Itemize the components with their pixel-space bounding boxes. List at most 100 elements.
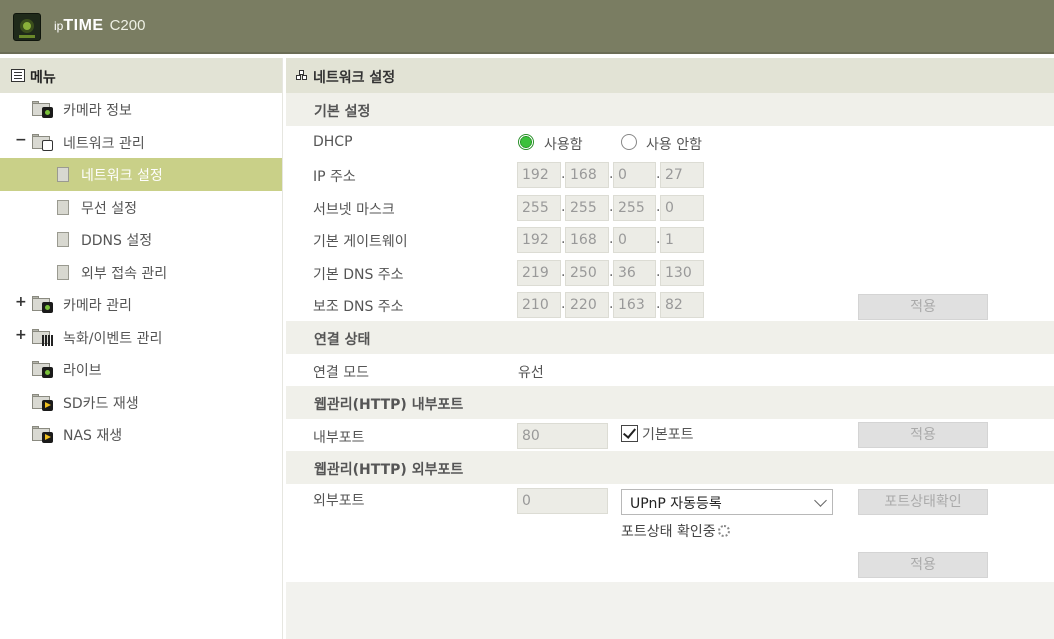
sidebar-item-wireless[interactable]: 무선 설정 (0, 191, 282, 224)
top-header: ipTIME C200 (0, 0, 1054, 54)
sidebar-item-network-manage[interactable]: − 네트워크 관리 (0, 126, 282, 159)
default-port-checkbox[interactable] (621, 425, 638, 442)
internal-port-input[interactable]: 80 (517, 423, 608, 449)
mask-octet-1[interactable]: 255 (517, 195, 561, 221)
internal-port-row: 내부포트 80 기본포트 적용 (286, 419, 1054, 452)
sidebar-item-sd-playback[interactable]: SD카드 재생 (0, 386, 282, 419)
expand-toggle[interactable]: + (15, 327, 27, 343)
internal-port-label: 내부포트 (313, 430, 365, 446)
dns2-label: 보조 DNS 주소 (313, 299, 404, 315)
loading-spinner-icon (717, 525, 730, 537)
sidebar-item-label: 외부 접속 관리 (81, 265, 168, 282)
gateway-octet-3[interactable]: 0 (613, 227, 656, 253)
dns1-octet-4[interactable]: 130 (660, 260, 704, 286)
default-port-label: 기본포트 (642, 427, 694, 443)
document-icon (57, 264, 69, 280)
mask-octet-3[interactable]: 255 (613, 195, 656, 221)
upnp-select[interactable]: UPnP 자동등록 (621, 489, 833, 515)
gateway-label: 기본 게이트웨이 (313, 234, 408, 250)
camera-logo-icon (13, 13, 41, 41)
folder-play-icon (32, 393, 54, 411)
port-status-check-button[interactable]: 포트상태확인 (858, 489, 988, 515)
dns1-octet-3[interactable]: 36 (613, 260, 656, 286)
external-apply-button[interactable]: 적용 (858, 552, 988, 578)
network-icon (296, 70, 308, 81)
sidebar-item-label: 네트워크 관리 (63, 135, 145, 152)
gateway-octet-4[interactable]: 1 (660, 227, 704, 253)
dns2-octet-2[interactable]: 220 (565, 292, 609, 318)
section-title: 웹관리(HTTP) 내부포트 (314, 397, 464, 413)
dns1-row: 기본 DNS 주소 219. 250. 36. 130 (286, 256, 1054, 289)
ip-octet-2[interactable]: 168 (565, 162, 609, 188)
gateway-octet-2[interactable]: 168 (565, 227, 609, 253)
upnp-selected-value: UPnP 자동등록 (630, 496, 722, 512)
dhcp-on-radio[interactable] (518, 134, 534, 150)
connection-mode-label: 연결 모드 (313, 365, 369, 381)
sidebar-item-label: 네트워크 설정 (81, 168, 163, 184)
model-name: C200 (109, 17, 146, 34)
dns2-octet-3[interactable]: 163 (613, 292, 656, 318)
sidebar-item-ddns[interactable]: DDNS 설정 (0, 223, 282, 256)
document-icon (57, 232, 69, 247)
expand-toggle[interactable]: + (15, 294, 27, 310)
sidebar-item-label: SD카드 재생 (63, 395, 139, 412)
section-basic-settings: 기본 설정 (286, 93, 1054, 126)
dns1-octet-2[interactable]: 250 (565, 260, 609, 286)
sidebar-item-live[interactable]: 라이브 (0, 353, 282, 386)
basic-apply-button[interactable]: 적용 (858, 294, 988, 320)
sidebar-item-label: NAS 재생 (63, 428, 123, 444)
dhcp-label: DHCP (313, 134, 353, 150)
folder-play-icon (32, 426, 54, 443)
sidebar-item-nas-playback[interactable]: NAS 재생 (0, 418, 282, 451)
ip-octet-1[interactable]: 192 (517, 162, 561, 188)
sidebar-item-network-settings[interactable]: 네트워크 설정 (0, 158, 282, 191)
external-port-input[interactable]: 0 (517, 488, 608, 514)
folder-camera-icon (32, 101, 54, 118)
sidebar-item-external-access[interactable]: 외부 접속 관리 (0, 256, 282, 289)
document-icon (57, 167, 69, 182)
sidebar-item-recording-event[interactable]: + 녹화/이벤트 관리 (0, 321, 282, 354)
dns2-octet-4[interactable]: 82 (660, 292, 704, 318)
ip-row: IP 주소 192. 168. 0. 27 (286, 158, 1054, 191)
connection-mode-value: 유선 (518, 365, 544, 381)
document-icon (57, 199, 69, 215)
chevron-down-icon (814, 494, 827, 507)
main-panel: 네트워크 설정 기본 설정 DHCP 사용함 사용 안함 IP 주소 192. … (286, 58, 1054, 639)
section-connection-status: 연결 상태 (286, 321, 1054, 354)
dhcp-off-label: 사용 안함 (646, 137, 702, 153)
sidebar-item-camera-info[interactable]: 카메라 정보 (0, 93, 282, 126)
folder-network-icon (32, 133, 54, 151)
internal-apply-button[interactable]: 적용 (858, 422, 988, 448)
collapse-toggle[interactable]: − (15, 132, 27, 148)
brand-time: TIME (63, 17, 104, 34)
dns1-octet-1[interactable]: 219 (517, 260, 561, 286)
folder-recording-icon (32, 328, 54, 346)
gateway-octet-1[interactable]: 192 (517, 227, 561, 253)
section-external-port: 웹관리(HTTP) 외부포트 (286, 451, 1054, 484)
sidebar-item-label: 라이브 (63, 363, 102, 379)
folder-live-icon (32, 361, 54, 378)
dns2-row: 보조 DNS 주소 210. 220. 163. 82 적용 (286, 288, 1054, 321)
section-title: 기본 설정 (314, 104, 371, 120)
gateway-row: 기본 게이트웨이 192. 168. 0. 1 (286, 223, 1054, 256)
ip-octet-3[interactable]: 0 (613, 162, 656, 188)
folder-camera-icon (32, 296, 54, 313)
sidebar-header: 메뉴 (0, 58, 282, 93)
dhcp-off-radio[interactable] (621, 134, 637, 150)
mask-octet-4[interactable]: 0 (660, 195, 704, 221)
connection-mode-row: 연결 모드 유선 (286, 354, 1054, 387)
dns2-octet-1[interactable]: 210 (517, 292, 561, 318)
sidebar-menu: 메뉴 카메라 정보 − 네트워크 관리 네트워크 설정 무선 설정 DDNS 설… (0, 58, 283, 639)
mask-octet-2[interactable]: 255 (565, 195, 609, 221)
menu-list-icon (11, 69, 25, 82)
sidebar-item-label: 카메라 정보 (63, 103, 132, 119)
page-title: 네트워크 설정 (313, 70, 396, 86)
sidebar-item-camera-manage[interactable]: + 카메라 관리 (0, 288, 282, 321)
mask-row: 서브넷 마스크 255. 255. 255. 0 (286, 191, 1054, 224)
dhcp-on-label: 사용함 (544, 137, 583, 153)
section-internal-port: 웹관리(HTTP) 내부포트 (286, 386, 1054, 419)
section-title: 웹관리(HTTP) 외부포트 (314, 462, 464, 478)
ip-octet-4[interactable]: 27 (660, 162, 704, 188)
sidebar-item-label: 카메라 관리 (63, 298, 132, 314)
ip-label: IP 주소 (313, 169, 356, 185)
